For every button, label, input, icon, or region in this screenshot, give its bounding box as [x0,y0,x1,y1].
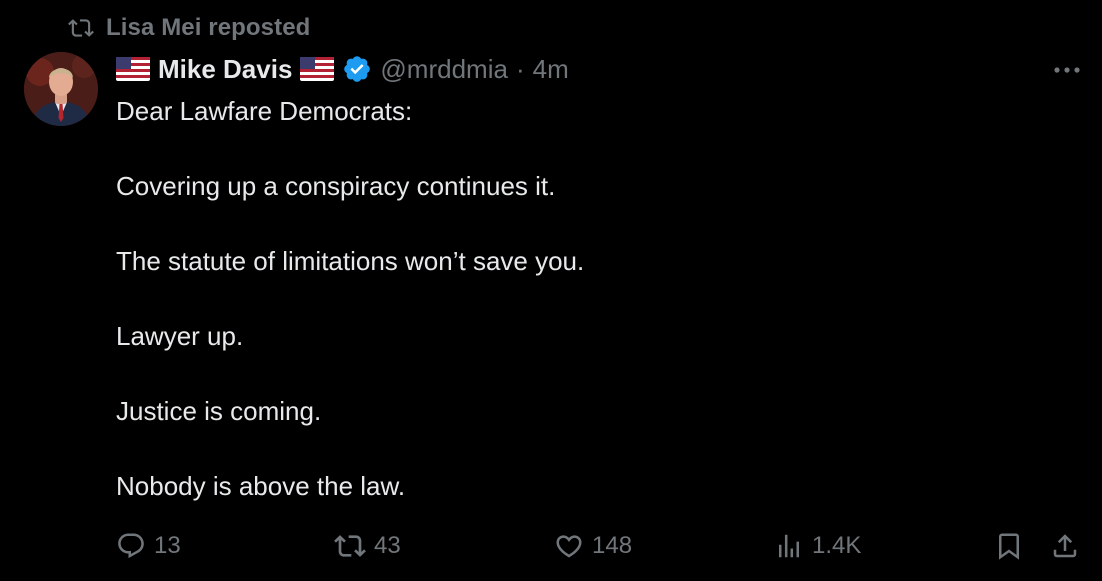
bookmark-button[interactable] [994,524,1024,568]
tweet-line: Dear Lawfare Democrats: [116,96,413,126]
reply-count: 13 [154,532,181,559]
tweet-line: Nobody is above the law. [116,471,406,501]
action-bar: 13 43 148 1.4K [116,524,1086,568]
bookmark-icon [999,533,1019,560]
tweet-line: Lawyer up. [116,321,244,351]
like-count: 148 [592,532,633,559]
timestamp[interactable]: 4m [533,54,569,85]
tweet-header: Mike Davis @mrddmia · 4m [116,50,569,88]
verified-badge-icon[interactable] [342,54,372,84]
author-name[interactable]: Mike Davis [158,54,292,85]
heart-icon [556,535,582,558]
share-icon [1053,534,1077,558]
tweet-line: The statute of limitations won’t save yo… [116,246,585,276]
separator-dot: · [515,53,525,84]
avatar[interactable] [24,52,98,126]
repost-context[interactable]: Lisa Mei reposted [68,10,310,46]
repost-button[interactable]: 43 [334,524,401,568]
share-button[interactable] [1050,524,1080,568]
repost-count: 43 [374,532,401,559]
us-flag-icon [300,57,335,81]
author-handle[interactable]: @mrddmia [380,54,508,85]
like-button[interactable]: 148 [554,524,632,568]
more-options-button[interactable] [1050,56,1084,84]
view-count: 1.4K [812,532,862,559]
repost-icon [68,15,94,41]
tweet-line: Covering up a conspiracy continues it. [116,171,556,201]
tweet-line: Justice is coming. [116,396,322,426]
more-icon [1054,67,1080,73]
us-flag-icon [116,57,150,81]
repost-label: Lisa Mei reposted [106,14,311,41]
reply-button[interactable]: 13 [116,524,181,568]
views-icon [779,534,799,558]
repost-icon [334,535,366,557]
views-button[interactable]: 1.4K [774,524,861,568]
reply-icon [118,533,144,559]
tweet-text: Dear Lawfare Democrats: Covering up a co… [116,94,1056,544]
